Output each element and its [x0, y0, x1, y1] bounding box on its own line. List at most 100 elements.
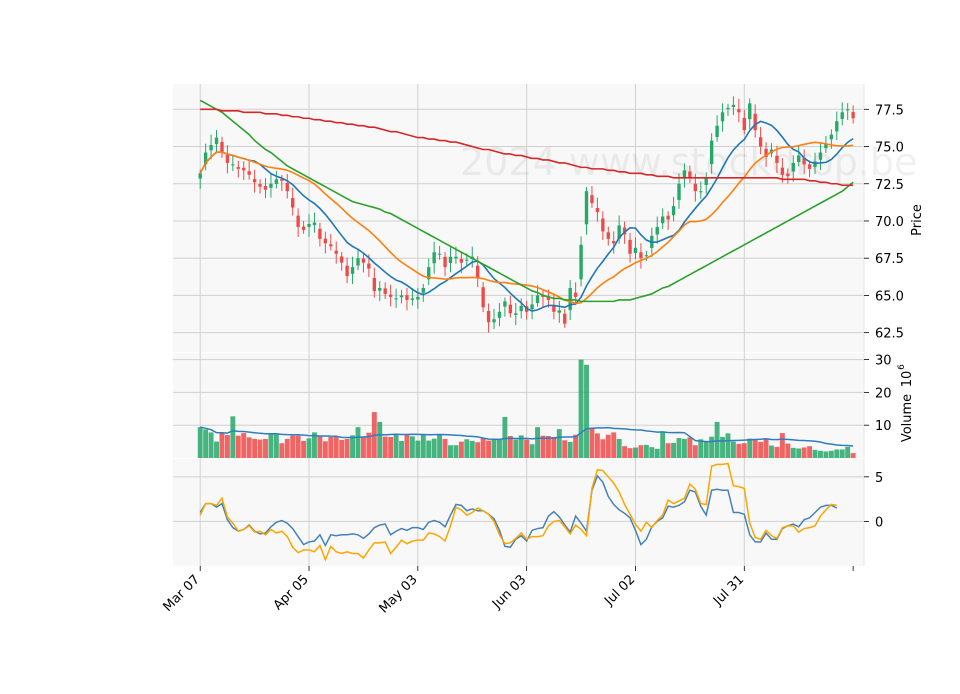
candle-body — [758, 137, 763, 147]
volume-bar — [703, 441, 709, 458]
candle-body — [372, 277, 377, 291]
candle-body — [492, 319, 496, 323]
volume-bar — [328, 437, 334, 458]
volume-bar — [475, 442, 481, 458]
volume-bar — [845, 446, 851, 458]
candle-body — [220, 141, 224, 153]
volume-bar — [605, 434, 611, 458]
volume-bar — [507, 436, 513, 458]
candle-body — [829, 134, 834, 140]
volume-bar — [290, 435, 296, 458]
volume-tick-label: 10 — [875, 419, 892, 434]
candle-body — [514, 313, 518, 315]
volume-bar — [415, 440, 421, 458]
candle-body — [709, 140, 714, 165]
candle-body — [291, 197, 295, 208]
volume-bar — [638, 445, 644, 458]
volume-bar — [431, 438, 437, 458]
volume-bar — [676, 437, 682, 458]
volume-bar — [219, 433, 225, 458]
candle-body — [416, 296, 420, 300]
volume-bar — [268, 433, 274, 458]
price-tick-label: 67.5 — [875, 252, 904, 267]
candle-body — [720, 112, 725, 122]
volume-bar — [551, 437, 557, 458]
volume-axis-label: Volume — [900, 394, 915, 442]
candle-body — [361, 258, 366, 263]
candle-body — [530, 304, 534, 310]
volume-bar — [736, 443, 742, 458]
volume-bar — [818, 450, 823, 458]
candle-body — [312, 222, 317, 226]
volume-bar — [769, 445, 774, 458]
volume-bar — [834, 449, 840, 458]
volume-bar — [409, 436, 415, 458]
volume-bar — [344, 438, 350, 458]
candle-body — [519, 305, 523, 312]
volume-bar — [279, 443, 285, 458]
oscillator-tick-label: 0 — [875, 515, 883, 530]
candle-body — [247, 171, 251, 175]
candle-body — [301, 226, 306, 230]
volume-bar — [709, 436, 715, 458]
volume-bar — [214, 441, 219, 458]
oscillator-tick-label: 5 — [875, 471, 883, 486]
candle-body — [737, 109, 741, 113]
volume-bar — [828, 450, 834, 458]
price-tick-label: 70.0 — [875, 215, 904, 230]
candle-body — [699, 191, 703, 193]
price-tick-label: 72.5 — [875, 178, 904, 193]
volume-bar — [535, 427, 540, 458]
volume-bar — [284, 438, 290, 458]
volume-bar — [812, 449, 818, 458]
candle-body — [851, 112, 855, 119]
volume-bar — [524, 439, 530, 458]
volume-bar — [725, 433, 731, 458]
volume-bar — [263, 438, 268, 458]
candle-body — [225, 154, 230, 163]
volume-bar — [660, 432, 666, 458]
candle-body — [563, 313, 567, 324]
candle-body — [644, 255, 649, 257]
candle-body — [590, 195, 594, 204]
candle-body — [459, 258, 464, 263]
volume-bar — [556, 429, 562, 458]
candle-body — [639, 252, 643, 259]
volume-bar — [388, 437, 394, 458]
volume-bar — [513, 439, 519, 458]
volume-bar — [306, 438, 312, 458]
chart-canvas: 2024 www.stockdrop.be 62.565.067.570.072… — [0, 0, 960, 690]
candle-body — [742, 117, 746, 131]
candle-body — [677, 183, 681, 200]
volume-bar — [317, 436, 323, 458]
volume-bar — [774, 446, 780, 458]
volume-bar — [437, 435, 443, 458]
candle-body — [242, 167, 246, 171]
candle-body — [356, 258, 360, 266]
volume-bar — [545, 436, 551, 458]
volume-bar — [197, 427, 203, 458]
price-tick-label: 77.5 — [875, 103, 904, 118]
candle-body — [835, 121, 839, 132]
volume-bar — [682, 438, 687, 458]
candle-body — [786, 173, 790, 177]
candle-body — [579, 244, 583, 280]
candle-body — [410, 298, 415, 300]
volume-bar — [453, 445, 459, 458]
candle-body — [693, 183, 698, 192]
volume-bar — [785, 443, 791, 458]
volume-exponent-base: 10 — [900, 371, 915, 388]
candle-body — [481, 287, 485, 308]
volume-bar — [257, 439, 263, 458]
volume-bar — [633, 447, 638, 458]
volume-bar — [654, 448, 660, 458]
candle-body — [797, 155, 801, 163]
candle-body — [307, 223, 311, 227]
volume-bar — [611, 432, 617, 458]
candle-body — [350, 267, 355, 274]
candle-body — [231, 164, 235, 166]
volume-tick-label: 30 — [875, 354, 892, 369]
candle-body — [437, 253, 442, 255]
candle-body — [236, 167, 240, 169]
candle-body — [443, 256, 447, 268]
